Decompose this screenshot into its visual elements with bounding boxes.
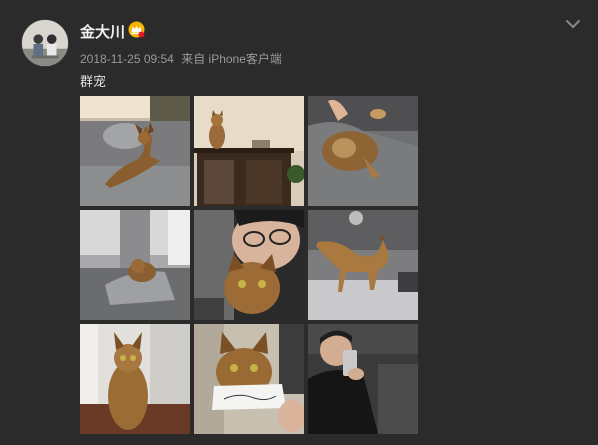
weibo-post: 金大川 2018-11-25 09:54 来自 iPhone客户端 群宠 <box>0 0 598 445</box>
photo-cat-with-paper[interactable] <box>194 324 304 434</box>
post-meta: 2018-11-25 09:54 来自 iPhone客户端 <box>80 50 282 67</box>
post-text: 群宠 <box>80 74 107 89</box>
photo-cat-on-cabinet[interactable] <box>194 96 304 206</box>
photo-cat-walking-on-couch[interactable] <box>308 210 418 320</box>
post-source: 来自 iPhone客户端 <box>181 52 282 66</box>
photo-cat-sitting-floor[interactable] <box>80 324 190 434</box>
chevron-down-icon[interactable] <box>565 18 581 30</box>
username[interactable]: 金大川 <box>80 21 125 42</box>
vip-crown-icon[interactable] <box>128 21 145 38</box>
photo-cat-upside-down[interactable] <box>308 96 418 206</box>
photo-cat-in-blanket[interactable] <box>80 210 190 320</box>
photo-man-mirror-selfie[interactable] <box>308 324 418 434</box>
avatar[interactable] <box>21 19 69 67</box>
photo-cat-on-sofa[interactable] <box>80 96 190 206</box>
photo-man-with-cat-selfie[interactable] <box>194 210 304 320</box>
photo-grid <box>80 96 418 434</box>
post-timestamp[interactable]: 2018-11-25 09:54 <box>80 52 174 66</box>
